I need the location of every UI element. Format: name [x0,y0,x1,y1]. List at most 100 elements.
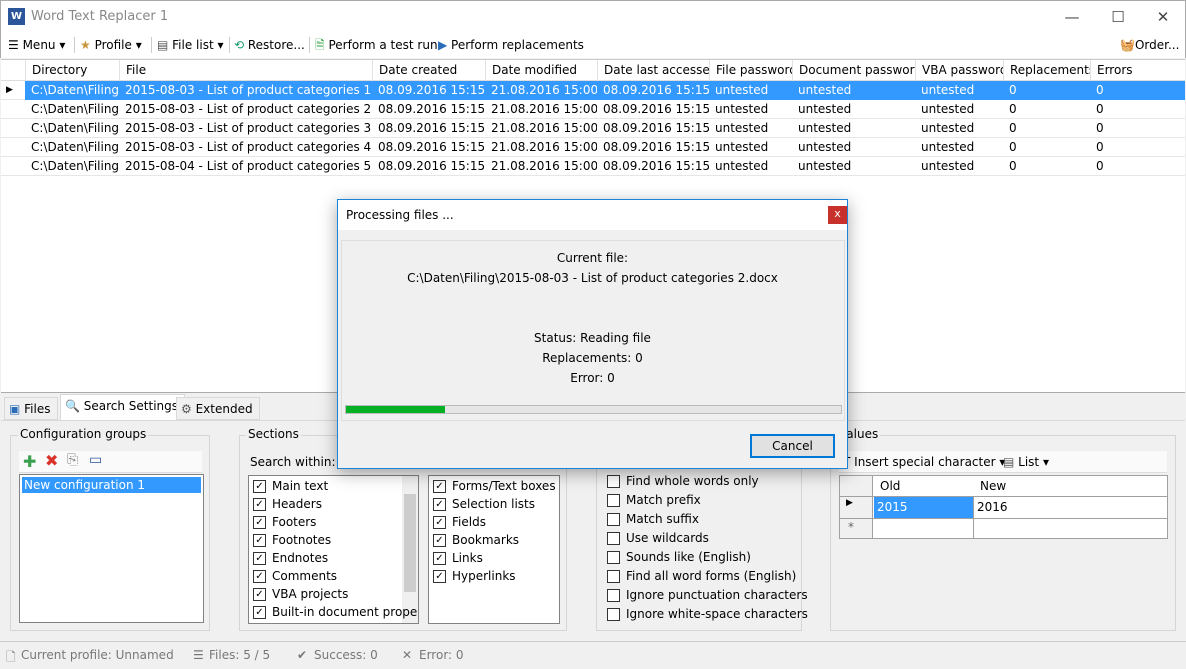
checkbox[interactable] [607,608,620,621]
perform-replacements-button[interactable]: ▶ Perform replacements [438,36,584,54]
checkbox-item[interactable]: ✓ Headers [253,495,322,513]
column-header[interactable]: Date modified [485,60,597,81]
table-cell[interactable]: 0 [1090,81,1185,100]
table-cell[interactable]: 08.09.2016 15:15:48 [597,157,709,176]
table-cell[interactable]: 2015-08-04 - List of product categories … [119,157,372,176]
sections-list-left[interactable]: ✓ Main text ✓ Headers ✓ Footers ✓ Footnotes ✓ End… [248,475,419,624]
table-cell[interactable]: 2015-08-03 - List of product categories … [119,81,372,100]
checkbox-item[interactable]: ✓ VBA projects [253,585,348,603]
checkbox-item[interactable]: ✓ Built-in document prope [253,603,417,621]
checkbox-item[interactable]: ✓ Comments [253,567,337,585]
table-cell[interactable]: untested [709,81,792,100]
table-row[interactable]: C:\Daten\Filing 2015-08-03 - List of prod… [1,138,1185,157]
column-header[interactable]: Errors [1090,60,1185,81]
values-grid[interactable]: Old New ▶ 2015 2016 * [839,475,1168,539]
column-header[interactable]: Directory [25,60,119,81]
restore-button[interactable]: ⟲ Restore... [234,36,305,54]
table-cell[interactable]: untested [915,100,1003,119]
table-cell[interactable]: 0 [1090,138,1185,157]
checkbox[interactable] [607,532,620,545]
table-cell[interactable]: 21.08.2016 15:00:52 [485,100,597,119]
checkbox[interactable]: ✓ [253,552,266,565]
table-cell[interactable]: 0 [1090,157,1185,176]
checkbox[interactable]: ✓ [253,606,266,619]
column-header[interactable]: Document password [792,60,915,81]
insert-special-character-button[interactable]: T Insert special character ▾ [843,453,1005,471]
table-cell[interactable]: 0 [1003,81,1090,100]
checkbox[interactable]: ✓ [433,516,446,529]
test-run-button[interactable]: 🗎 Perform a test run [315,36,438,54]
checkbox-item[interactable]: ✓ Selection lists [433,495,535,513]
checkbox[interactable] [607,551,620,564]
checkbox[interactable] [607,589,620,602]
table-cell[interactable]: 0 [1003,138,1090,157]
table-cell[interactable]: 08.09.2016 15:15:46 [597,138,709,157]
close-button[interactable]: ✕ [1140,5,1186,29]
table-cell[interactable]: 0 [1090,100,1185,119]
checkbox[interactable]: ✓ [433,570,446,583]
table-cell[interactable]: 08.09.2016 15:15:46 [597,100,709,119]
menu-button[interactable]: ☰ Menu ▾ [8,36,65,54]
table-cell[interactable]: 08.09.2016 15:15:46 [372,119,485,138]
checkbox[interactable]: ✓ [433,480,446,493]
table-cell[interactable]: untested [915,119,1003,138]
table-cell[interactable]: 08.09.2016 15:15:48 [372,157,485,176]
column-header[interactable]: File [119,60,372,81]
checkbox-item[interactable]: Match suffix [607,510,699,528]
table-cell[interactable]: 08.09.2016 15:15:46 [372,100,485,119]
table-cell[interactable]: 08.09.2016 15:15:16 [372,81,485,100]
copy-icon[interactable]: ⎘ [67,452,78,468]
checkbox-item[interactable]: Match prefix [607,491,701,509]
table-cell[interactable]: untested [915,138,1003,157]
table-row[interactable]: C:\Daten\Filing 2015-08-04 - List of prod… [1,157,1185,176]
checkbox-item[interactable]: Ignore punctuation characters [607,586,808,604]
checkbox-item[interactable]: Find whole words only [607,472,759,490]
tab-files[interactable]: ▣ Files [4,397,58,420]
table-cell[interactable]: untested [915,157,1003,176]
configuration-list[interactable]: New configuration 1 [19,474,204,623]
new-value-cell[interactable]: 2016 [977,497,1008,518]
table-cell[interactable]: untested [792,119,915,138]
table-cell[interactable]: untested [792,157,915,176]
scroll-thumb[interactable] [404,494,416,592]
old-value-cell[interactable]: 2015 [874,497,973,518]
table-cell[interactable]: untested [709,157,792,176]
checkbox-item[interactable]: ✓ Endnotes [253,549,328,567]
tab-extended[interactable]: ⚙ Extended [176,397,260,420]
add-icon[interactable]: ✚ [23,452,36,471]
checkbox[interactable]: ✓ [253,588,266,601]
table-cell[interactable]: untested [792,81,915,100]
sections-list-right[interactable]: ✓ Forms/Text boxes ✓ Selection lists ✓ Fields… [428,475,560,624]
checkbox[interactable] [607,513,620,526]
file-list-button[interactable]: ▤ File list ▾ [157,36,224,54]
checkbox-item[interactable]: Find all word forms (English) [607,567,796,585]
table-cell[interactable]: 08.09.2016 15:15:46 [597,119,709,138]
checkbox-item[interactable]: ✓ Links [433,549,483,567]
checkbox-item[interactable]: ✓ Forms/Text boxes [433,477,556,495]
scrollbar[interactable] [402,476,418,623]
table-cell[interactable]: 08.09.2016 15:15:16 [597,81,709,100]
table-cell[interactable]: untested [915,81,1003,100]
checkbox-item[interactable]: ✓ Hyperlinks [433,567,516,585]
list-item[interactable]: New configuration 1 [22,477,201,493]
table-cell[interactable]: 2015-08-03 - List of product categories … [119,100,372,119]
table-cell[interactable]: untested [792,100,915,119]
table-cell[interactable]: C:\Daten\Filing [25,157,119,176]
minimize-button[interactable]: — [1049,5,1095,29]
column-header-new[interactable]: New [980,479,1006,493]
checkbox[interactable]: ✓ [253,516,266,529]
column-header[interactable]: Date last accessed [597,60,709,81]
checkbox-item[interactable]: Sounds like (English) [607,548,751,566]
checkbox-item[interactable]: ✓ Bookmarks [433,531,519,549]
table-cell[interactable]: 08.09.2016 15:15:46 [372,138,485,157]
checkbox-item[interactable]: ✓ Footnotes [253,531,331,549]
column-header[interactable]: VBA password [915,60,1003,81]
checkbox[interactable]: ✓ [433,552,446,565]
table-cell[interactable]: untested [709,100,792,119]
table-cell[interactable]: 21.08.2016 15:00:52 [485,157,597,176]
table-cell[interactable]: untested [709,119,792,138]
table-cell[interactable]: C:\Daten\Filing [25,81,119,100]
checkbox-item[interactable]: Ignore white-space characters [607,605,808,623]
table-row[interactable]: C:\Daten\Filing 2015-08-03 - List of prod… [1,100,1185,119]
checkbox[interactable]: ✓ [253,498,266,511]
